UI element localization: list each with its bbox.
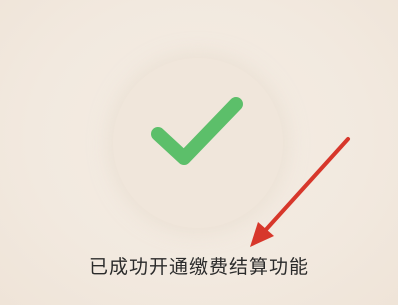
checkmark-icon bbox=[151, 97, 243, 165]
success-screen: 已成功开通缴费结算功能 bbox=[0, 0, 398, 305]
success-message: 已成功开通缴费结算功能 bbox=[88, 256, 309, 278]
